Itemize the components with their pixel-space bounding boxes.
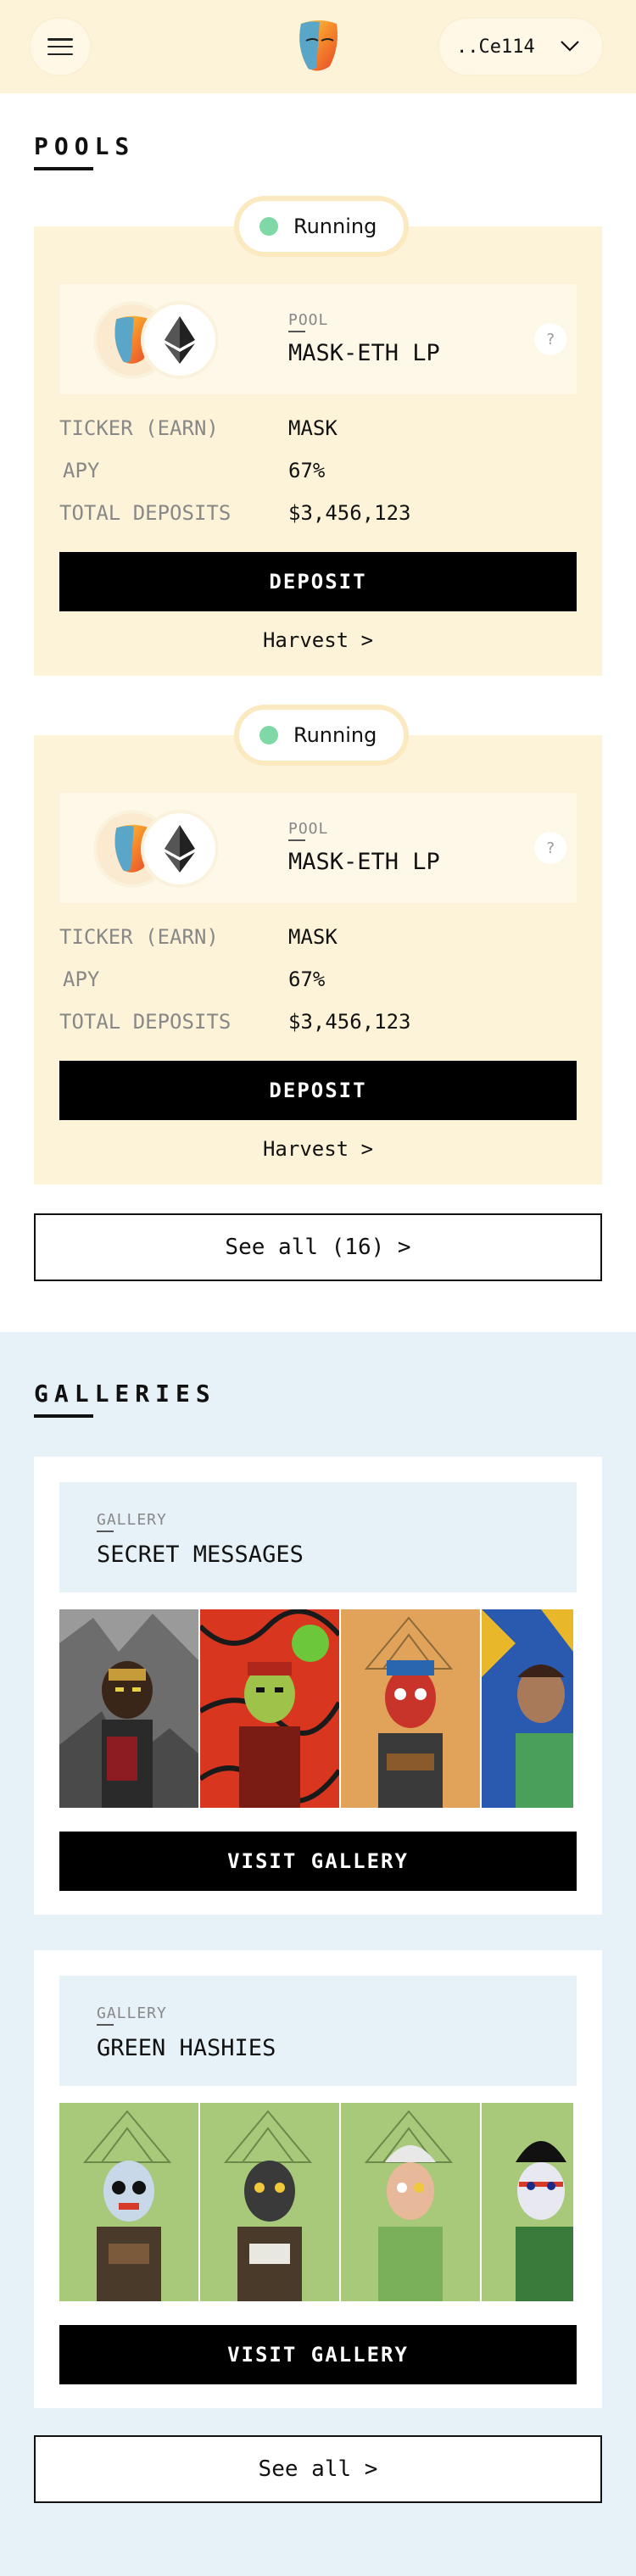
deposit-button[interactable]: DEPOSIT <box>59 1061 577 1120</box>
galleries-title: GALLERIES <box>34 1380 216 1408</box>
wallet-button[interactable]: ..Ce114 <box>439 19 602 75</box>
gallery-thumbnails <box>59 1609 577 1808</box>
status-badge: Running <box>239 201 404 252</box>
pool-name: MASK-ETH LP <box>288 849 440 875</box>
hamburger-menu-icon <box>47 38 73 55</box>
ethereum-icon <box>144 304 215 376</box>
mask-logo[interactable] <box>294 17 342 75</box>
nft-thumbnail[interactable] <box>341 2103 480 2301</box>
gallery-thumbnails <box>59 2103 577 2301</box>
pool-info: POOL MASK-ETH LP ? <box>59 284 577 394</box>
pool-card: Running POOL MASK-ETH LP ? TICKER (EARN)… <box>34 710 602 1185</box>
gallery-card: GALLERY GREEN HASHIES VISIT GALLERY <box>34 1950 602 2408</box>
title-underline <box>34 1414 93 1418</box>
status-badge: Running <box>239 710 404 761</box>
gallery-name: GREEN HASHIES <box>97 2035 276 2061</box>
nft-thumbnail[interactable] <box>341 1609 480 1808</box>
gallery-header: GALLERY GREEN HASHIES <box>59 1976 577 2086</box>
apy-value: 67% <box>288 967 326 991</box>
nft-thumbnail[interactable] <box>200 1609 339 1808</box>
help-icon[interactable]: ? <box>534 832 566 864</box>
pool-label: POOL <box>288 311 329 332</box>
deposit-button[interactable]: DEPOSIT <box>59 552 577 611</box>
apy-value: 67% <box>288 459 326 482</box>
nft-thumbnail[interactable] <box>59 2103 198 2301</box>
chevron-down-icon <box>561 41 579 52</box>
harvest-link[interactable]: Harvest > <box>34 1137 602 1161</box>
pools-see-all-button[interactable]: See all (16) > <box>34 1213 602 1281</box>
help-icon[interactable]: ? <box>534 323 566 355</box>
visit-gallery-button[interactable]: VISIT GALLERY <box>59 1832 577 1891</box>
pool-label: POOL <box>288 820 329 841</box>
visit-gallery-button[interactable]: VISIT GALLERY <box>59 2325 577 2384</box>
nft-thumbnail[interactable] <box>482 2103 573 2301</box>
galleries-see-all-button[interactable]: See all > <box>34 2435 602 2503</box>
ticker-label: TICKER (EARN) <box>59 416 219 440</box>
pools-title: POOLS <box>34 132 136 160</box>
gallery-card: GALLERY SECRET MESSAGES VISIT GALLERY <box>34 1457 602 1915</box>
gallery-label: GALLERY <box>97 2004 167 2026</box>
status-text: Running <box>293 723 377 747</box>
deposits-value: $3,456,123 <box>288 501 411 525</box>
ethereum-icon <box>144 813 215 884</box>
title-underline <box>34 167 93 170</box>
ticker-label: TICKER (EARN) <box>59 925 219 949</box>
galleries-section: GALLERIES GALLERY SECRET MESSAGES VISIT … <box>0 1332 636 2576</box>
deposits-label: TOTAL DEPOSITS <box>59 501 232 525</box>
ticker-value: MASK <box>288 925 338 949</box>
harvest-link[interactable]: Harvest > <box>34 628 602 652</box>
status-dot <box>259 726 278 744</box>
apy-label: APY <box>63 459 100 482</box>
gallery-label: GALLERY <box>97 1511 167 1532</box>
ticker-value: MASK <box>288 416 338 440</box>
wallet-address: ..Ce114 <box>456 36 535 58</box>
apy-label: APY <box>63 967 100 991</box>
nft-thumbnail[interactable] <box>482 1609 573 1808</box>
nft-thumbnail[interactable] <box>200 2103 339 2301</box>
status-dot <box>259 217 278 236</box>
pools-section: POOLS Running POOL MASK-ETH LP ? TICKER … <box>0 93 636 1332</box>
menu-button[interactable] <box>31 19 90 75</box>
pool-name: MASK-ETH LP <box>288 340 440 366</box>
nft-thumbnail[interactable] <box>59 1609 198 1808</box>
deposits-value: $3,456,123 <box>288 1010 411 1034</box>
gallery-name: SECRET MESSAGES <box>97 1542 304 1568</box>
status-text: Running <box>293 215 377 238</box>
pool-card: Running POOL MASK-ETH LP ? TICKER (EARN)… <box>34 201 602 676</box>
gallery-header: GALLERY SECRET MESSAGES <box>59 1482 577 1592</box>
app-header: ..Ce114 <box>0 0 636 93</box>
deposits-label: TOTAL DEPOSITS <box>59 1010 232 1034</box>
pool-info: POOL MASK-ETH LP ? <box>59 793 577 903</box>
